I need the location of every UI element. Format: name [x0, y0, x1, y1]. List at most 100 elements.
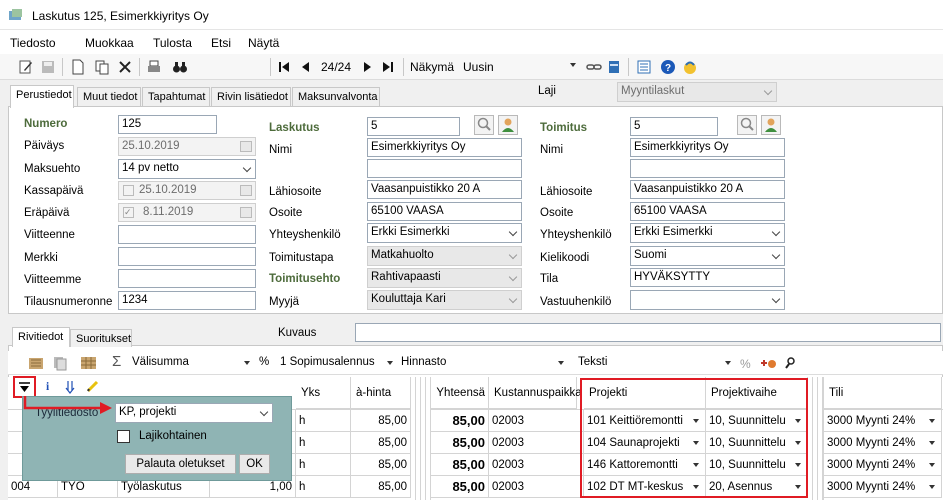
tab-suoritukset[interactable]: Suoritukset [70, 329, 132, 347]
column-header-a-hinta[interactable]: à-hinta [351, 377, 411, 409]
column-header-projektivaihe[interactable]: Projektivaihe [706, 377, 808, 409]
dropdown-arrow-icon[interactable] [693, 441, 699, 445]
style-select[interactable]: KP, projekti [115, 403, 273, 423]
tab-tapahtumat[interactable]: Tapahtumat [142, 87, 210, 108]
cell-cost-center[interactable]: 02003 [489, 454, 584, 476]
myyja-select[interactable]: Kouluttaja Kari [367, 290, 522, 310]
calendar-icon[interactable] [240, 141, 252, 152]
help-icon[interactable]: ? [660, 59, 676, 75]
binoculars-icon[interactable] [172, 59, 188, 75]
dropdown-arrow-icon[interactable] [795, 485, 801, 489]
cell-unit-price[interactable]: 85,00 [351, 410, 411, 432]
calendar-icon[interactable] [240, 185, 252, 196]
first-record-icon[interactable] [276, 59, 292, 75]
view-select[interactable]: Uusin [460, 57, 580, 77]
copy-icon[interactable] [94, 59, 110, 75]
cell-unit[interactable]: h [296, 410, 351, 432]
cell-unit[interactable]: h [296, 454, 351, 476]
toimitus-nimi2-field[interactable] [630, 159, 785, 178]
dropdown-arrow-icon[interactable] [244, 361, 250, 365]
dropdown-arrow-icon[interactable] [558, 361, 564, 365]
prev-record-icon[interactable] [298, 59, 314, 75]
toimitusehto-select[interactable]: Rahtivapaasti [367, 268, 522, 288]
cell-unit[interactable]: h [296, 476, 351, 498]
cell-unit-price[interactable]: 85,00 [351, 454, 411, 476]
column-header-yhteensa[interactable]: Yhteensä [431, 377, 489, 409]
column-header-tili[interactable]: Tili [824, 377, 942, 409]
cell-project[interactable]: 101 Keittiöremontti [584, 410, 706, 432]
tab-maksunvalvonta[interactable]: Maksunvalvonta [292, 87, 380, 108]
tab-rivin-lisatiedot[interactable]: Rivin lisätiedot [211, 87, 291, 108]
laskutus-lahiosoite-field[interactable]: Vaasanpuistikko 20 A [367, 180, 522, 199]
cell-total[interactable]: 85,00 [431, 432, 489, 454]
toimitus-yhteyshenkilo-select[interactable]: Erkki Esimerkki [630, 223, 785, 243]
cell-cost-center[interactable]: 02003 [489, 410, 584, 432]
add-rows-icon[interactable] [28, 355, 46, 371]
dropdown-arrow-icon[interactable] [387, 361, 393, 365]
new-icon[interactable] [70, 59, 86, 75]
laji-select[interactable]: Myyntilaskut [617, 82, 777, 102]
dropdown-arrow-icon[interactable] [929, 463, 935, 467]
search-icon[interactable] [784, 355, 798, 371]
last-record-icon[interactable] [380, 59, 396, 75]
cell-total[interactable]: 85,00 [431, 476, 489, 498]
tab-muut-tiedot[interactable]: Muut tiedot [77, 87, 141, 108]
dropdown-arrow-icon[interactable] [693, 463, 699, 467]
cell-project[interactable]: 104 Saunaprojekti [584, 432, 706, 454]
percent-label[interactable]: % [259, 356, 269, 368]
cell-account[interactable]: 3000 Myynti 24% [824, 454, 942, 476]
menu-nayta[interactable]: Näytä [248, 36, 279, 50]
toimitus-search-button[interactable] [737, 115, 757, 135]
dropdown-arrow-icon[interactable] [795, 419, 801, 423]
laskutus-nimi-field[interactable]: Esimerkkiyritys Oy [367, 138, 522, 157]
link-icon[interactable] [586, 59, 602, 75]
menu-tiedosto[interactable]: Tiedosto [10, 36, 56, 50]
cell-unit-price[interactable]: 85,00 [351, 476, 411, 498]
add-charge-icon[interactable] [760, 355, 778, 371]
sigma-icon[interactable]: Σ [112, 353, 121, 370]
merkki-field[interactable] [118, 247, 256, 266]
cell-project-phase[interactable]: 20, Asennus [706, 476, 808, 498]
toimitus-nimi-field[interactable]: Esimerkkiyritys Oy [630, 138, 785, 157]
copy-rows-icon[interactable] [52, 355, 68, 371]
column-header-yks[interactable]: Yks [296, 377, 351, 409]
dropdown-arrow-icon[interactable] [725, 361, 731, 365]
next-record-icon[interactable] [359, 59, 375, 75]
paivays-field[interactable]: 25.10.2019 [118, 137, 256, 156]
tab-rivitiedot[interactable]: Rivitiedot [12, 327, 70, 347]
cell-unit-price[interactable]: 85,00 [351, 432, 411, 454]
cell-project-phase[interactable]: 10, Suunnittelu [706, 454, 808, 476]
dropdown-arrow-icon[interactable] [929, 441, 935, 445]
laskutus-nimi2-field[interactable] [367, 159, 522, 178]
menu-tulosta[interactable]: Tulosta [153, 36, 192, 50]
database-icon[interactable] [606, 59, 622, 75]
dropdown-arrow-icon[interactable] [929, 485, 935, 489]
laskutus-number-field[interactable]: 5 [367, 117, 460, 136]
toimitustapa-select[interactable]: Matkahuolto [367, 246, 522, 266]
cell-account[interactable]: 3000 Myynti 24% [824, 432, 942, 454]
cell-account[interactable]: 3000 Myynti 24% [824, 476, 942, 498]
ok-button[interactable]: OK [239, 454, 270, 474]
laskutus-yhteyshenkilo-select[interactable]: Erkki Esimerkki [367, 223, 522, 243]
calendar-icon[interactable] [240, 207, 252, 218]
viitteenne-field[interactable] [118, 225, 256, 244]
delete-icon[interactable] [117, 59, 133, 75]
save-icon[interactable] [40, 59, 56, 75]
cell-cost-center[interactable]: 02003 [489, 476, 584, 498]
erapaiva-field[interactable]: ✓ 8.11.2019 [118, 203, 256, 222]
menu-etsi[interactable]: Etsi [211, 36, 231, 50]
toimitus-osoite-field[interactable]: 65100 VAASA [630, 202, 785, 221]
cell-total[interactable]: 85,00 [431, 410, 489, 432]
print-icon[interactable] [146, 59, 162, 75]
edit-icon[interactable] [18, 59, 34, 75]
vastuuhenkilo-select[interactable] [630, 290, 785, 310]
laskutus-customer-button[interactable] [498, 115, 518, 135]
kassapaiva-field[interactable]: 25.10.2019 [118, 181, 256, 200]
erapaiva-checkbox[interactable]: ✓ [123, 207, 134, 218]
discount-percent-icon[interactable]: % [738, 355, 754, 371]
grid-rows-icon[interactable] [80, 355, 98, 371]
cell-cost-center[interactable]: 02003 [489, 432, 584, 454]
reset-defaults-button[interactable]: Palauta oletukset [125, 454, 236, 474]
cell-project[interactable]: 146 Kattoremontti [584, 454, 706, 476]
kuvaus-field[interactable] [355, 323, 941, 342]
